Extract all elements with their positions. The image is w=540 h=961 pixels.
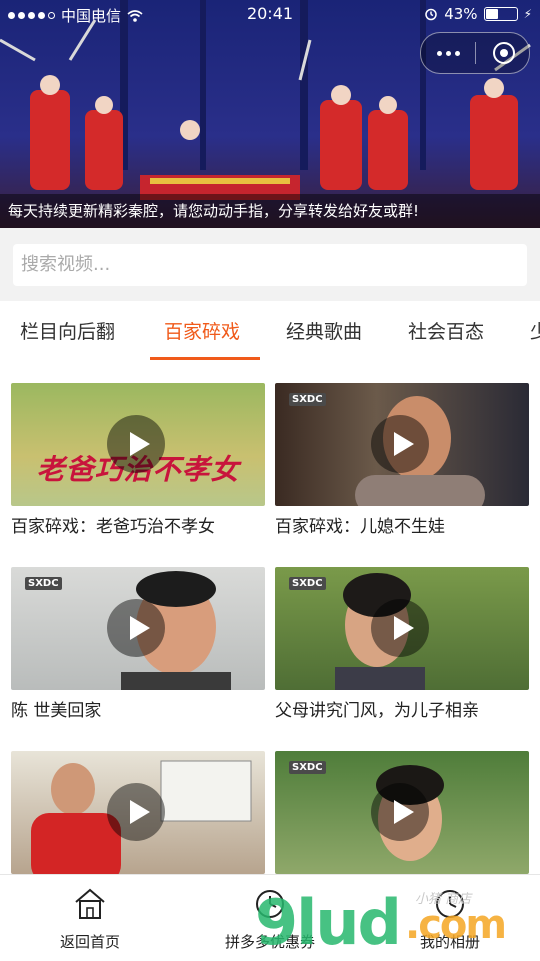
alarm-icon: [425, 8, 437, 21]
tab-classic-songs[interactable]: 经典歌曲: [286, 317, 362, 344]
video-thumbnail[interactable]: SXDC: [275, 751, 529, 874]
tab-scroll-back[interactable]: 栏目向后翻: [20, 317, 115, 344]
video-card[interactable]: SXDC: [275, 751, 529, 874]
video-title[interactable]: 百家碎戏：老爸巧治不孝女: [11, 512, 265, 537]
capsule-divider: [475, 42, 476, 64]
banner-caption: 每天持续更新精彩秦腔，请您动动手指，分享转发给好友或群!: [0, 194, 540, 228]
house-icon: [75, 888, 105, 919]
video-card[interactable]: SXDC 百家碎戏：儿媳不生娃: [275, 383, 529, 537]
miniprogram-capsule: [420, 32, 530, 74]
tab-society[interactable]: 社会百态: [408, 317, 484, 344]
charging-icon: ⚡: [523, 7, 532, 21]
play-icon[interactable]: [107, 783, 165, 841]
video-card[interactable]: [11, 751, 265, 874]
nav-album[interactable]: 我的相册: [360, 875, 540, 961]
video-thumbnail[interactable]: SXDC: [275, 567, 529, 690]
nav-coupons-label: 拼多多优惠券: [224, 933, 315, 951]
video-grid: 老爸巧治不孝女 百家碎戏：老爸巧治不孝女 SXDC 百家碎戏：儿媳不生娃 SXD…: [0, 361, 540, 874]
video-card[interactable]: SXDC 父母讲究门风，为儿子相亲: [275, 567, 529, 721]
video-title[interactable]: 父母讲究门风，为儿子相亲: [275, 696, 529, 721]
play-icon[interactable]: [107, 415, 165, 473]
nav-home[interactable]: 返回首页: [0, 875, 180, 961]
tab-baijia-suixi[interactable]: 百家碎戏: [164, 317, 240, 344]
close-miniprogram-button[interactable]: [493, 42, 515, 64]
video-thumbnail[interactable]: [11, 751, 265, 874]
video-thumbnail[interactable]: SXDC: [11, 567, 265, 690]
category-tabs: 栏目向后翻 百家碎戏 经典歌曲 社会百态 少: [0, 301, 540, 361]
more-menu-button[interactable]: [433, 45, 463, 61]
search-input[interactable]: 搜索视频...: [13, 244, 527, 286]
channel-logo: SXDC: [289, 393, 326, 406]
status-bar: 中国电信 20:41 43% ⚡: [0, 0, 540, 28]
play-icon[interactable]: [371, 415, 429, 473]
banner[interactable]: 中国电信 20:41 43% ⚡ 每天持续更新精彩秦腔，请您动动手指，分享转发给…: [0, 0, 540, 228]
nav-coupons[interactable]: 拼多多优惠券: [180, 875, 360, 961]
play-icon[interactable]: [371, 783, 429, 841]
channel-logo: SXDC: [289, 761, 326, 774]
battery-percent: 43%: [444, 5, 478, 23]
active-tab-indicator: [150, 357, 260, 360]
video-title[interactable]: 百家碎戏：儿媳不生娃: [275, 512, 529, 537]
channel-logo: SXDC: [289, 577, 326, 590]
video-card[interactable]: SXDC 陈 世美回家: [11, 567, 265, 721]
video-thumbnail[interactable]: SXDC: [275, 383, 529, 506]
play-icon[interactable]: [371, 599, 429, 657]
tab-more[interactable]: 少: [530, 317, 540, 344]
video-card[interactable]: 老爸巧治不孝女 百家碎戏：老爸巧治不孝女: [11, 383, 265, 537]
video-thumbnail[interactable]: 老爸巧治不孝女: [11, 383, 265, 506]
nav-home-label: 返回首页: [59, 933, 120, 951]
video-title[interactable]: 陈 世美回家: [11, 696, 265, 721]
battery-icon: [483, 7, 518, 21]
nav-album-label: 我的相册: [419, 933, 480, 951]
search-bar: 搜索视频...: [0, 228, 540, 301]
clock-icon: [436, 890, 464, 918]
clock-icon: [256, 890, 284, 918]
play-icon[interactable]: [107, 599, 165, 657]
channel-logo: SXDC: [25, 577, 62, 590]
bottom-nav: 返回首页 拼多多优惠券 我的相册: [0, 874, 540, 961]
